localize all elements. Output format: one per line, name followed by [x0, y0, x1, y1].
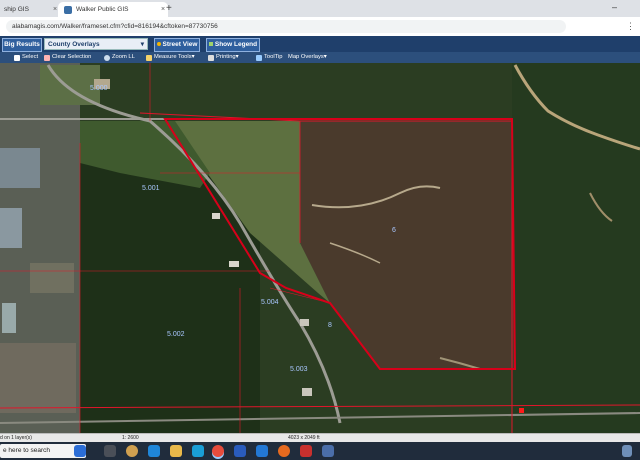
chevron-down-icon: ▾ — [191, 54, 195, 60]
globe-icon — [64, 5, 72, 14]
chrome-icon[interactable] — [212, 445, 224, 457]
legend-icon — [208, 42, 213, 47]
flag-icon[interactable] — [74, 445, 86, 457]
task-view-icon[interactable] — [104, 445, 116, 457]
parcel-label: 5.004 — [261, 299, 279, 306]
zoom-ll-tool[interactable]: Zoom LL — [104, 53, 135, 62]
firefox-icon[interactable] — [278, 445, 290, 457]
ruler-icon — [146, 54, 152, 61]
file-explorer-icon[interactable] — [170, 445, 182, 457]
tab-walker-public-gis[interactable]: Walker Public GIS × — [58, 2, 168, 17]
layer-count-text: d on 1 layer(s) — [0, 435, 32, 441]
zoom-icon — [104, 54, 110, 61]
new-tab-button[interactable]: + — [166, 3, 172, 14]
widgets-icon[interactable] — [126, 445, 138, 457]
map-overlays-label: Map Overlays — [288, 54, 324, 60]
clear-selection-label: Clear Selection — [52, 54, 92, 60]
chevron-down-icon: ▾ — [235, 54, 239, 60]
kebab-menu-icon[interactable]: ⋮ — [626, 21, 635, 32]
printer-icon — [208, 54, 214, 61]
pointer-icon — [14, 54, 20, 61]
browser-tab-strip: ship GIS × Walker Public GIS × + – — [0, 0, 640, 17]
tab-ship-gis[interactable]: ship GIS × — [0, 2, 60, 17]
parcel-label: 5.003 — [290, 366, 308, 373]
app-toolbar: Big Results County Overlays ▾ Street Vie… — [0, 36, 640, 52]
measure-tools-label: Measure Tools — [154, 54, 192, 60]
pdf-icon[interactable] — [300, 445, 312, 457]
tooltip-tool[interactable]: ToolTip — [256, 53, 282, 62]
tab-label: ship GIS — [4, 6, 29, 13]
minimize-icon[interactable]: – — [612, 2, 617, 12]
map-overlays-menu[interactable]: Map Overlays ▾ — [288, 53, 327, 62]
tooltip-label: ToolTip — [264, 54, 283, 60]
chevron-down-icon: ▾ — [323, 54, 327, 60]
parcel-label: 8 — [328, 322, 332, 329]
printing-label: Printing — [216, 54, 236, 60]
scale-text: 1: 2600 — [122, 435, 139, 441]
mail-icon[interactable] — [256, 445, 268, 457]
tools-bar: Select Clear Selection Zoom LL Measure T… — [0, 52, 640, 63]
url-input[interactable]: alabamagis.com/Walker/frameset.cfm?cfid=… — [6, 20, 566, 33]
county-overlays-select[interactable]: County Overlays ▾ — [44, 38, 148, 50]
clear-selection-tool[interactable]: Clear Selection — [44, 53, 91, 62]
select-tool[interactable]: Select — [14, 53, 38, 62]
show-legend-label: Show Legend — [214, 41, 258, 48]
parcel-label: 5.000 — [90, 85, 108, 92]
chevron-down-icon: ▾ — [140, 41, 144, 48]
aerial-imagery — [0, 63, 640, 437]
address-bar-row: alabamagis.com/Walker/frameset.cfm?cfid=… — [0, 17, 640, 37]
printing-menu[interactable]: Printing ▾ — [208, 53, 239, 62]
map-dimensions-text: 4023 x 2049 ft — [288, 435, 320, 441]
word-icon[interactable] — [234, 445, 246, 457]
select-tool-label: Select — [22, 54, 39, 60]
street-view-button[interactable]: Street View — [154, 38, 200, 52]
store-icon[interactable] — [192, 445, 204, 457]
parcel-label: 5.001 — [142, 185, 160, 192]
eraser-icon — [44, 54, 50, 61]
show-legend-button[interactable]: Show Legend — [206, 38, 260, 52]
info-icon — [256, 54, 262, 61]
measure-tools-menu[interactable]: Measure Tools ▾ — [146, 53, 195, 62]
county-overlays-label: County Overlays — [48, 41, 100, 48]
zoom-ll-label: Zoom LL — [112, 54, 135, 60]
street-view-icon — [156, 42, 161, 47]
street-view-label: Street View — [162, 41, 198, 48]
parcel-label: 6 — [392, 227, 396, 234]
map-view[interactable]: 5.000 5.001 5.002 5.003 5.004 6 8 — [0, 63, 640, 437]
os-taskbar: e here to search — [0, 442, 640, 460]
system-tray-icon[interactable] — [622, 445, 632, 457]
tab-label: Walker Public GIS — [76, 6, 129, 13]
outlook-icon[interactable] — [322, 445, 334, 457]
edge-icon[interactable] — [148, 445, 160, 457]
big-results-button[interactable]: Big Results — [2, 38, 42, 52]
parcel-label: 5.002 — [167, 331, 185, 338]
